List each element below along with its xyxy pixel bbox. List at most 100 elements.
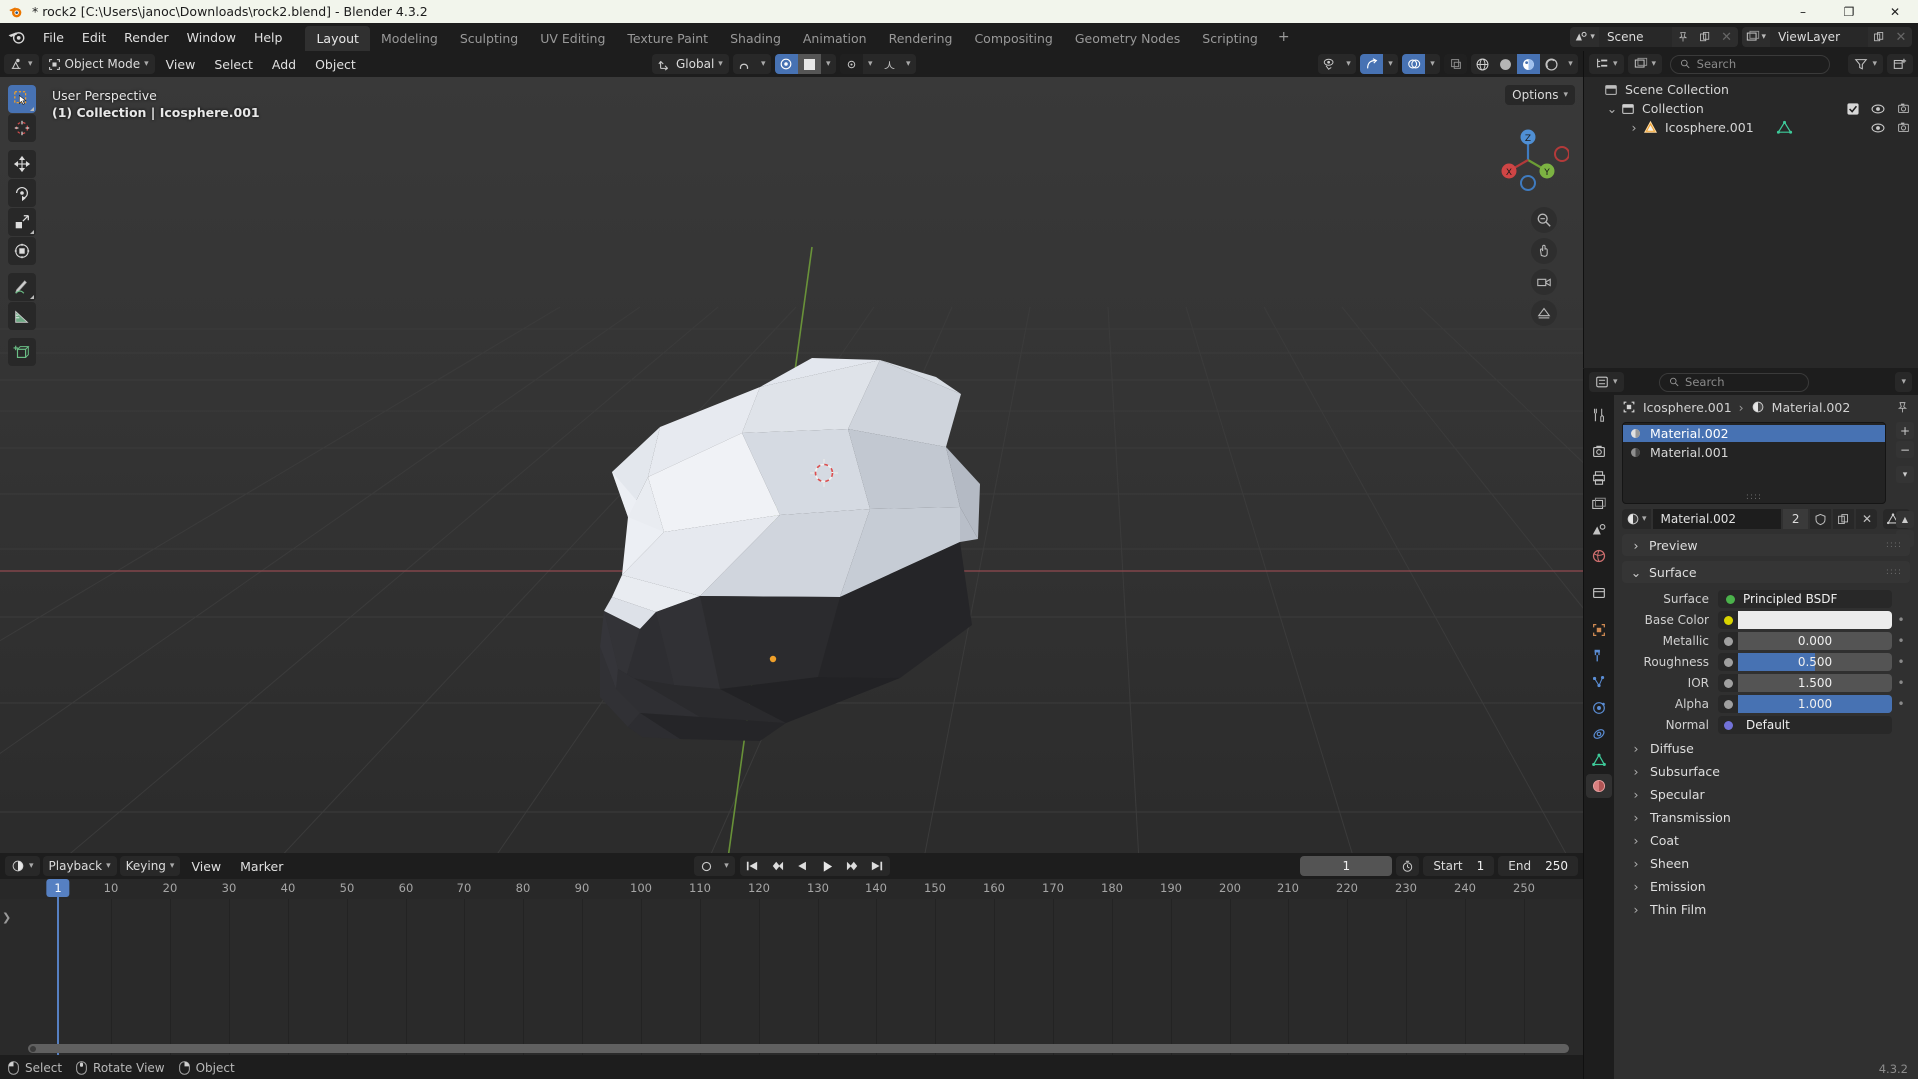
jump-to-end-button[interactable] (865, 856, 890, 876)
animate-metallic[interactable]: • (1892, 634, 1910, 648)
outliner-search-box[interactable] (1670, 54, 1831, 74)
navigation-gizmo[interactable]: Z Y X (1487, 119, 1569, 201)
tab-texture-paint[interactable]: Texture Paint (616, 26, 719, 52)
object-visibility-icon[interactable] (1318, 54, 1341, 74)
new-scene-icon[interactable] (1693, 27, 1716, 47)
socket-alpha[interactable] (1718, 695, 1738, 713)
snap-magnet-icon[interactable] (733, 54, 756, 74)
scene-selector[interactable]: ▾ Scene ✕ (1570, 27, 1738, 47)
socket-roughness[interactable] (1718, 653, 1738, 671)
viewport-canvas[interactable]: User Perspective (1) Collection | Icosph… (0, 77, 1583, 853)
tab-animation[interactable]: Animation (792, 26, 878, 52)
viewlayer-selector[interactable]: ▾ ViewLayer ✕ (1741, 27, 1912, 47)
viewport-menu-select[interactable]: Select (206, 54, 261, 75)
material-slot-list[interactable]: Material.002 Material.001 :::: (1622, 422, 1886, 504)
prev-keyframe-button[interactable] (765, 856, 790, 876)
timeline-sidebar-toggle[interactable]: ❯ (2, 911, 11, 924)
wireframe-shading-icon[interactable] (1471, 54, 1494, 74)
field-ior[interactable]: 1.500 (1738, 674, 1892, 692)
material-slot-menu-button[interactable]: ▾ (1896, 466, 1914, 483)
viewport-menu-add[interactable]: Add (264, 54, 304, 75)
subpanel-diffuse[interactable]: › Diffuse (1630, 738, 1910, 758)
tab-object[interactable] (1586, 618, 1612, 642)
field-alpha[interactable]: 1.000 (1738, 695, 1892, 713)
viewport-menu-object[interactable]: Object (307, 54, 364, 75)
outliner-row-icosphere[interactable]: › Icosphere.001 (1584, 118, 1918, 137)
outliner-editor-type[interactable]: ▾ (1589, 54, 1624, 74)
tab-render[interactable] (1586, 440, 1612, 464)
tab-scene[interactable] (1586, 518, 1612, 542)
add-material-slot-button[interactable]: + (1896, 422, 1914, 439)
collection-camera-icon[interactable] (1897, 102, 1910, 115)
properties-search-box[interactable] (1658, 372, 1809, 392)
timeline-horizontal-scrollbar[interactable] (28, 1044, 1569, 1053)
material-slot-row-0[interactable]: Material.002 (1623, 425, 1885, 442)
viewport-menu-view[interactable]: View (158, 54, 204, 75)
tab-constraints[interactable] (1586, 722, 1612, 746)
xray-toggle-icon[interactable] (1444, 54, 1467, 74)
tool-tweak-select[interactable] (8, 85, 36, 113)
icosphere-eye-icon[interactable] (1871, 122, 1885, 134)
tab-layout[interactable]: Layout (305, 26, 370, 52)
solid-shading-icon[interactable] (1494, 54, 1517, 74)
animate-roughness[interactable]: • (1892, 655, 1910, 669)
tab-material[interactable] (1586, 774, 1612, 798)
properties-pin-icon[interactable] (1896, 401, 1909, 414)
tab-view-layer[interactable] (1586, 492, 1612, 516)
subpanel-transmission[interactable]: › Transmission (1630, 807, 1910, 827)
tool-annotate[interactable] (8, 273, 36, 301)
pin-scene-icon[interactable] (1671, 27, 1694, 47)
subpanel-emission[interactable]: › Emission (1630, 876, 1910, 896)
outliner-search-input[interactable] (1696, 57, 1821, 71)
animate-base-color[interactable]: • (1892, 613, 1910, 627)
tab-physics[interactable] (1586, 696, 1612, 720)
move-slot-up-button[interactable]: ▲ (1896, 511, 1914, 528)
tab-modeling[interactable]: Modeling (370, 26, 449, 52)
tab-geometry-nodes[interactable]: Geometry Nodes (1064, 26, 1191, 52)
menu-help[interactable]: Help (245, 27, 292, 48)
tool-measure[interactable] (8, 302, 36, 330)
outliner-new-collection-button[interactable] (1887, 54, 1913, 74)
properties-editor-type[interactable]: ▾ (1589, 372, 1624, 392)
auto-keying-dropdown-icon[interactable]: ▾ (719, 856, 735, 876)
editor-type-selector[interactable]: ▾ (4, 54, 39, 74)
proportional-dropdown-icon[interactable]: ▾ (821, 54, 836, 74)
object-mode-selector[interactable]: Object Mode ▾ (41, 54, 155, 74)
subpanel-coat[interactable]: › Coat (1630, 830, 1910, 850)
maximize-button[interactable]: ❐ (1826, 0, 1872, 23)
play-reverse-button[interactable] (790, 856, 815, 876)
orthographic-toggle-icon[interactable] (1531, 300, 1557, 326)
scene-name-field[interactable]: Scene (1598, 27, 1672, 47)
frame-end-field[interactable]: End 250 (1498, 856, 1578, 876)
tab-shading[interactable]: Shading (719, 26, 792, 52)
current-frame-field[interactable]: 1 (1300, 856, 1393, 876)
timeline-track-area[interactable] (0, 899, 1583, 1055)
collection-checkbox-icon[interactable] (1847, 102, 1859, 115)
viewlayer-name-field[interactable]: ViewLayer (1770, 27, 1868, 47)
timeline-playback-menu[interactable]: Playback ▾ (42, 856, 117, 876)
menu-render[interactable]: Render (115, 27, 178, 48)
next-keyframe-button[interactable] (840, 856, 865, 876)
delete-scene-icon[interactable]: ✕ (1715, 27, 1738, 47)
field-roughness[interactable]: 0.500 (1738, 653, 1892, 671)
gizmo-dropdown-icon[interactable]: ▾ (1383, 54, 1398, 74)
tab-rendering[interactable]: Rendering (878, 26, 964, 52)
gizmo-icon[interactable] (1360, 54, 1383, 74)
breadcrumb-object-label[interactable]: Icosphere.001 (1643, 400, 1732, 415)
mesh-data-icon[interactable] (1776, 120, 1793, 135)
field-surface-shader[interactable]: Principled BSDF (1718, 590, 1892, 608)
tab-modifiers[interactable] (1586, 644, 1612, 668)
snap-dropdown-icon[interactable]: ▾ (756, 54, 771, 74)
use-preview-range-icon[interactable] (1396, 856, 1420, 876)
frame-start-field[interactable]: Start 1 (1423, 856, 1495, 876)
timeline-marker-menu[interactable]: Marker (232, 856, 291, 877)
subpanel-sheen[interactable]: › Sheen (1630, 853, 1910, 873)
animate-ior[interactable]: • (1892, 676, 1910, 690)
proportional-edit-icon[interactable] (774, 54, 798, 74)
panel-surface[interactable]: ⌄ Surface :::: (1622, 561, 1910, 583)
overlays-dropdown-icon[interactable]: ▾ (1425, 54, 1440, 74)
tab-collection[interactable] (1586, 581, 1612, 605)
outliner-row-scene-collection[interactable]: Scene Collection (1584, 80, 1918, 99)
tool-add-cube[interactable] (8, 338, 36, 366)
socket-metallic[interactable] (1718, 632, 1738, 650)
